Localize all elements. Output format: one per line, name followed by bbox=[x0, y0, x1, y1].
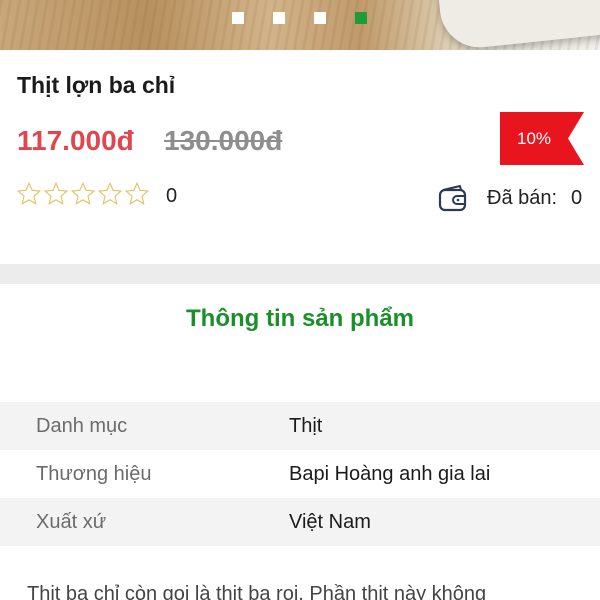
carousel-dot-3[interactable] bbox=[314, 12, 326, 24]
product-name: Thịt lợn ba chỉ bbox=[17, 72, 176, 98]
sale-price: 117.000đ bbox=[17, 125, 134, 156]
spec-value: Việt Nam bbox=[289, 510, 371, 533]
star-outline-icon bbox=[97, 181, 123, 205]
spec-row-brand: Thương hiệu Bapi Hoàng anh gia lai bbox=[0, 450, 600, 498]
star-outline-icon bbox=[43, 181, 69, 205]
sold-label: Đã bán: bbox=[487, 187, 558, 209]
sold-count: 0 bbox=[571, 187, 583, 209]
rating-count: 0 bbox=[166, 185, 178, 207]
spec-label: Danh mục bbox=[36, 414, 128, 437]
product-image-carousel[interactable] bbox=[0, 0, 600, 50]
spec-value: Bapi Hoàng anh gia lai bbox=[289, 462, 491, 485]
star-outline-icon bbox=[124, 181, 150, 205]
spec-value: Thịt bbox=[289, 414, 323, 437]
discount-label: 10% bbox=[516, 129, 552, 148]
rating-stars[interactable] bbox=[16, 180, 150, 208]
product-info-heading: Thông tin sản phẩm bbox=[186, 305, 414, 332]
spec-label: Thương hiệu bbox=[36, 462, 152, 485]
spec-label: Xuất xứ bbox=[36, 510, 107, 533]
carousel-dot-2[interactable] bbox=[273, 12, 285, 24]
discount-badge: 10% bbox=[500, 112, 584, 165]
carousel-dot-1[interactable] bbox=[232, 12, 244, 24]
original-price: 130.000đ bbox=[164, 125, 283, 156]
carousel-dot-4[interactable] bbox=[355, 12, 367, 24]
product-description: Thịt ba chỉ còn gọi là thịt ba rọi. Phần… bbox=[27, 583, 487, 600]
wallet-icon bbox=[438, 185, 467, 212]
star-outline-icon bbox=[70, 181, 96, 205]
carousel-indicators bbox=[232, 12, 367, 24]
product-spec-table: Danh mục Thịt Thương hiệu Bapi Hoàng anh… bbox=[0, 402, 600, 546]
spec-row-category: Danh mục Thịt bbox=[0, 402, 600, 450]
spec-row-origin: Xuất xứ Việt Nam bbox=[0, 498, 600, 546]
section-divider bbox=[0, 264, 600, 284]
star-outline-icon bbox=[16, 181, 42, 205]
